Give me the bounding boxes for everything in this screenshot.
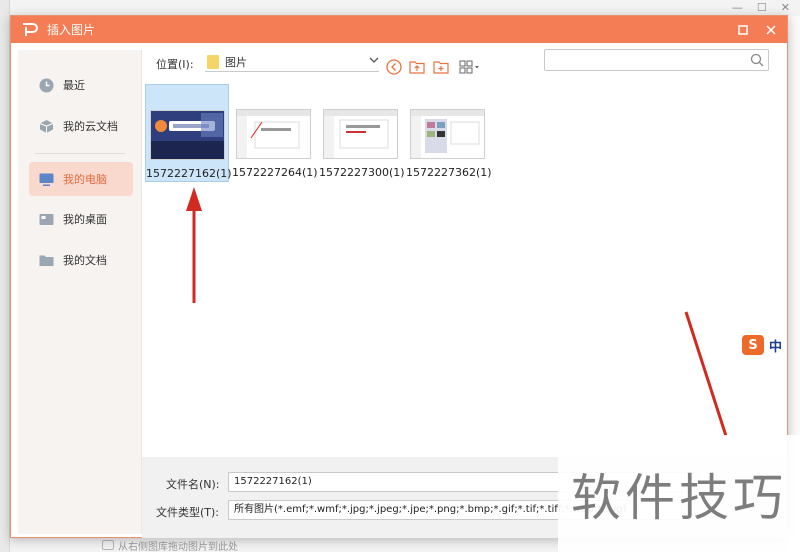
folder-icon: [207, 54, 219, 69]
file-thumbnail: [323, 109, 398, 159]
file-thumbnail: [410, 109, 485, 159]
back-button[interactable]: [385, 58, 403, 76]
sogou-ime-icon: S: [742, 335, 764, 355]
search-icon[interactable]: [750, 53, 764, 70]
ime-indicator[interactable]: S 中: [742, 334, 800, 356]
sidebar-item-documents[interactable]: 我的文档: [29, 243, 133, 277]
search-input[interactable]: [545, 50, 745, 70]
file-name: 1572227362(1): [406, 166, 492, 179]
close-icon[interactable]: ✕: [781, 0, 790, 16]
location-value: 图片: [225, 55, 247, 69]
up-folder-button[interactable]: [408, 58, 426, 76]
folder-up-icon: [409, 61, 425, 74]
annotation-arrow-down: [684, 311, 728, 437]
new-folder-button[interactable]: [432, 58, 450, 76]
folder-icon: [39, 253, 54, 268]
wps-logo-icon: [19, 21, 41, 39]
sidebar-item-cloud-docs[interactable]: 我的云文档: [29, 109, 133, 143]
file-thumbnail: [150, 110, 225, 160]
filetype-label: 文件类型(T):: [156, 506, 220, 519]
new-folder-icon: [433, 61, 449, 74]
sidebar-item-recent[interactable]: 最近: [29, 68, 133, 102]
sidebar-item-label: 最近: [63, 79, 85, 92]
ime-mode-label: 中: [769, 339, 783, 355]
file-name: 1572227264(1): [232, 166, 318, 179]
location-dropdown[interactable]: 图片: [205, 52, 379, 72]
sidebar: 最近 我的云文档 我的电脑 我的桌面 我的文档: [18, 50, 142, 534]
file-name: 1572227162(1): [146, 167, 232, 180]
file-item[interactable]: 1572227300(1): [319, 84, 405, 182]
file-item[interactable]: 1572227362(1): [406, 84, 492, 182]
chevron-down-icon[interactable]: [369, 55, 379, 68]
file-name: 1572227300(1): [319, 166, 405, 179]
annotation-arrow-up: [186, 187, 202, 303]
grid-view-icon: [459, 60, 479, 74]
search-box[interactable]: [544, 49, 769, 71]
sidebar-item-my-computer[interactable]: 我的电脑: [29, 162, 133, 196]
cloud-doc-icon: [39, 119, 54, 134]
sidebar-item-label: 我的文档: [63, 254, 107, 267]
filename-label: 文件名(N):: [166, 478, 220, 491]
clock-icon: [39, 78, 54, 93]
minimize-icon[interactable]: —: [732, 0, 743, 16]
maximize-icon[interactable]: ☐: [757, 0, 767, 16]
sidebar-item-desktop[interactable]: 我的桌面: [29, 202, 133, 236]
file-item[interactable]: 1572227162(1): [145, 84, 232, 182]
watermark: 软件技巧: [558, 435, 800, 552]
close-button[interactable]: [757, 16, 785, 43]
background-left-panel: [0, 0, 10, 552]
desktop-icon: [39, 212, 54, 227]
close-icon: [766, 24, 776, 35]
computer-icon: [39, 172, 54, 187]
back-icon: [386, 59, 402, 75]
maximize-icon: [738, 24, 748, 35]
image-icon: [102, 540, 114, 550]
file-item[interactable]: 1572227264(1): [232, 84, 318, 182]
sidebar-divider: [35, 153, 125, 154]
background-hint-text: 从右侧图库拖动图片到此处: [118, 541, 238, 552]
watermark-text: 软件技巧: [571, 468, 787, 527]
dialog-titlebar: 插入图片: [11, 16, 787, 43]
sidebar-item-label: 我的电脑: [63, 173, 107, 186]
maximize-button[interactable]: [729, 16, 757, 43]
file-thumbnail: [236, 109, 311, 159]
background-hint: 从右侧图库拖动图片到此处: [102, 538, 238, 552]
sidebar-item-label: 我的桌面: [63, 213, 107, 226]
view-mode-button[interactable]: [458, 58, 482, 76]
dialog-title: 插入图片: [47, 23, 96, 37]
sidebar-item-label: 我的云文档: [63, 120, 118, 133]
background-window-controls: — ☐ ✕: [722, 0, 800, 16]
location-label: 位置(I):: [156, 58, 194, 71]
